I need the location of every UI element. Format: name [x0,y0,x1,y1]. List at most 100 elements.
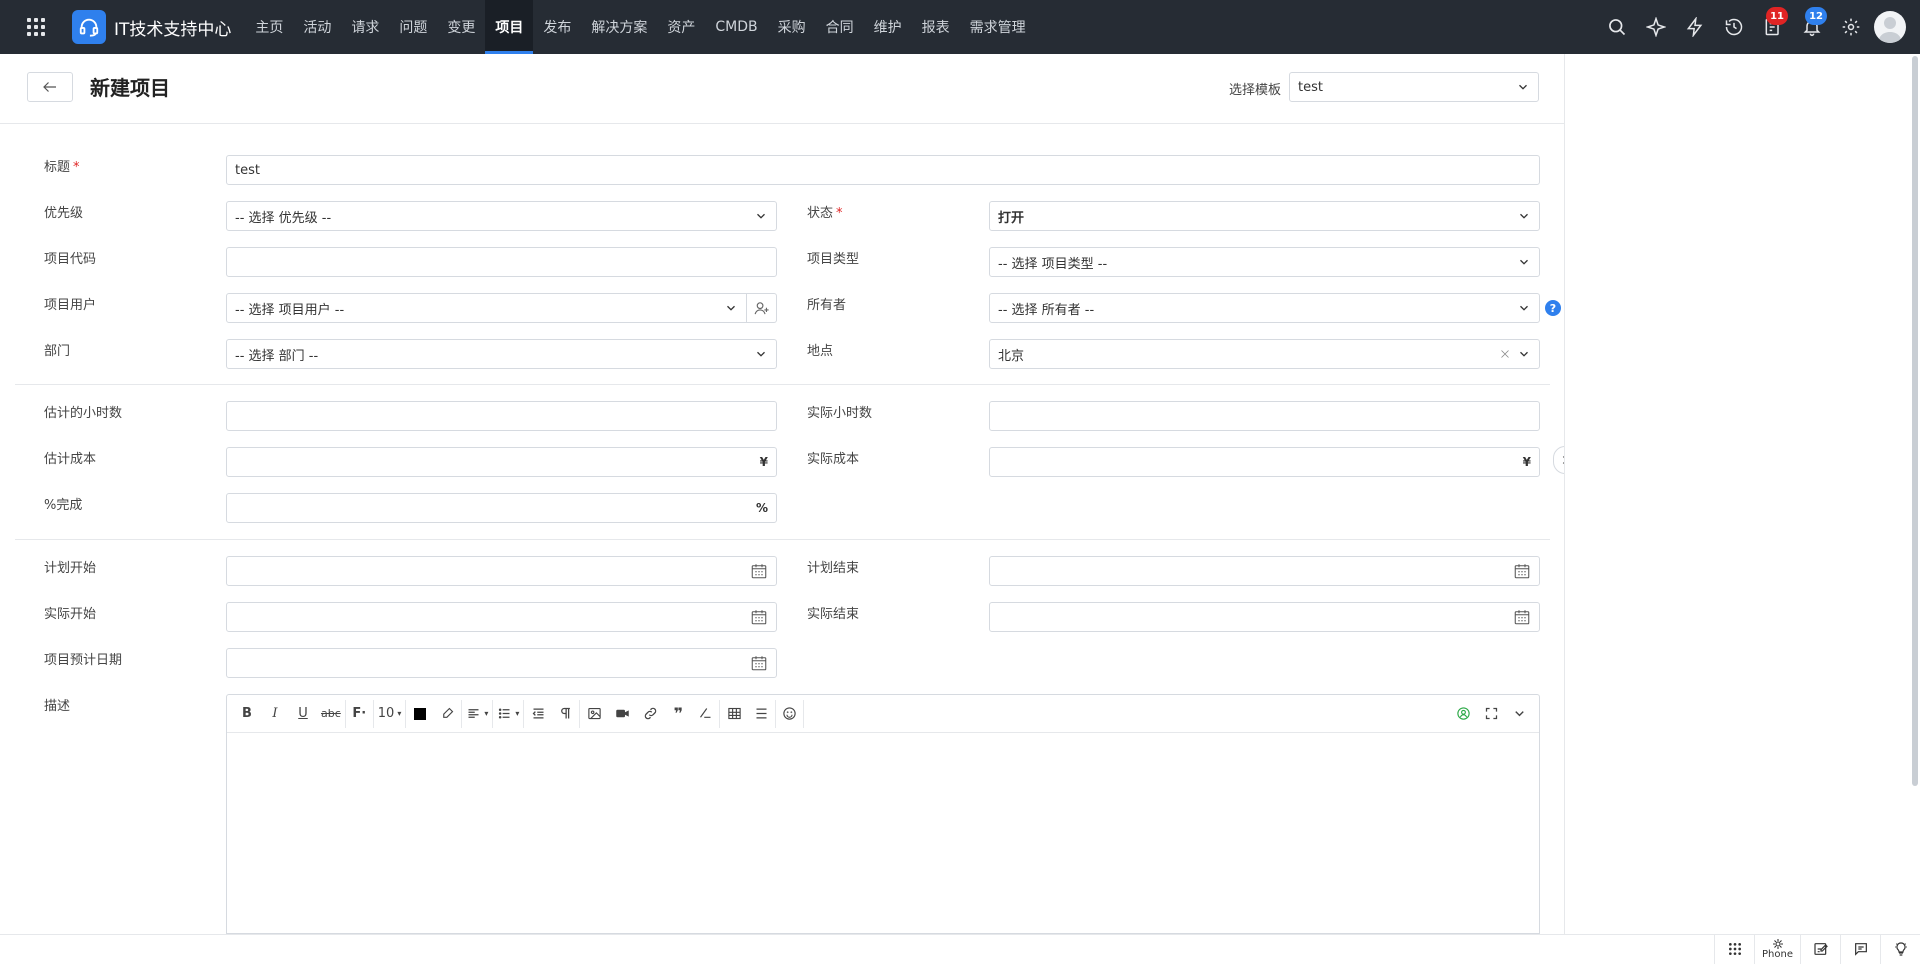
actual-cost-input[interactable]: ¥ [989,447,1540,477]
text-color-button[interactable] [406,700,434,728]
link-icon [644,707,657,720]
ai-button[interactable] [1636,0,1675,54]
outdent-button[interactable] [524,700,552,728]
quick-actions-button[interactable] [1675,0,1714,54]
notifications-button[interactable]: 12 [1792,0,1831,54]
est-cost-input[interactable]: ¥ [226,447,777,477]
calendar-icon[interactable] [750,654,768,672]
nav-problems[interactable]: 问题 [389,0,437,54]
type-select[interactable]: -- 选择 项目类型 -- [989,247,1540,277]
nav-activities[interactable]: 活动 [293,0,341,54]
back-button[interactable] [27,72,73,102]
highlight-button[interactable] [434,699,463,728]
actual-hours-input[interactable] [989,401,1540,431]
list-button[interactable]: ▾ [493,699,525,728]
priority-select[interactable]: -- 选择 优先级 -- [226,201,777,231]
plan-start-input[interactable] [226,556,777,586]
nav-reports[interactable]: 报表 [912,0,960,54]
nav-cmdb[interactable]: CMDB [705,0,767,54]
actual-start-label: 实际开始 [44,607,97,622]
phone-button[interactable]: Phone [1754,934,1800,964]
priority-value: -- 选择 优先级 -- [235,210,332,226]
align-button[interactable]: ▾ [462,699,494,728]
bottom-bar: Phone [0,934,1920,964]
clear-icon[interactable] [1499,348,1511,360]
paragraph-icon [561,707,571,719]
nav-projects[interactable]: 项目 [485,0,534,54]
nav-purchase[interactable]: 采购 [768,0,816,54]
est-hours-input[interactable] [226,401,777,431]
code-input[interactable] [226,247,777,277]
owner-select[interactable]: -- 选择 所有者 -- [989,293,1540,323]
nav-maintenance[interactable]: 维护 [864,0,912,54]
quote-button[interactable]: ❞ [664,700,692,728]
underline-button[interactable]: U [289,700,317,728]
fullscreen-button[interactable] [1477,700,1505,728]
app-launcher-button[interactable] [0,0,72,54]
nav-solutions[interactable]: 解决方案 [581,0,657,54]
editor-body[interactable] [227,733,1539,933]
page-header: 新建项目 选择模板 test [0,54,1564,124]
clear-format-button[interactable] [692,699,721,728]
chevron-down-icon [757,213,765,219]
nav-requests[interactable]: 请求 [341,0,389,54]
horizontal-rule-button[interactable] [748,699,777,728]
strikethrough-button[interactable]: abc [317,699,346,728]
tasks-button[interactable]: 11 [1753,0,1792,54]
dept-select[interactable]: -- 选择 部门 -- [226,339,777,369]
history-button[interactable] [1714,0,1753,54]
note-button[interactable] [1800,934,1840,964]
nav-releases[interactable]: 发布 [533,0,581,54]
paragraph-button[interactable] [552,699,581,728]
template-select[interactable]: test [1289,72,1539,102]
font-size-value: 10 [377,706,395,721]
add-user-button[interactable] [747,293,777,323]
brand[interactable]: IT技术支持中心 [72,0,231,54]
image-button[interactable] [580,700,608,728]
keypad-button[interactable] [1714,934,1754,964]
calendar-icon[interactable] [750,608,768,626]
video-button[interactable] [608,700,636,728]
italic-button[interactable]: I [261,700,289,728]
avatar[interactable] [1874,11,1906,43]
font-family-button[interactable]: F· [346,699,374,728]
section-divider [15,384,1550,385]
percent-input[interactable]: % [226,493,777,523]
arrow-left-icon [43,82,56,92]
chat-button[interactable] [1840,934,1880,964]
table-button[interactable] [720,700,748,728]
search-button[interactable] [1597,0,1636,54]
calendar-icon[interactable] [1513,608,1531,626]
actual-start-input[interactable] [226,602,777,632]
nav-changes[interactable]: 变更 [437,0,485,54]
users-value: -- 选择 项目用户 -- [235,302,345,318]
calendar-icon[interactable] [1513,562,1531,580]
font-size-button[interactable]: 10 ▾ [374,699,407,728]
link-button[interactable] [636,700,664,728]
plan-end-input[interactable] [989,556,1540,586]
nav-home[interactable]: 主页 [245,0,293,54]
due-input[interactable] [226,648,777,678]
chevron-down-icon [1514,711,1524,717]
more-button[interactable] [1505,700,1533,728]
code-label: 项目代码 [44,252,97,267]
settings-button[interactable] [1831,0,1870,54]
bold-button[interactable]: B [233,700,261,728]
side-panel-toggle[interactable] [1553,446,1564,474]
users-select[interactable]: -- 选择 项目用户 -- [226,293,747,323]
calendar-icon[interactable] [750,562,768,580]
tips-button[interactable] [1880,934,1920,964]
nav-demand[interactable]: 需求管理 [960,0,1036,54]
horizontal-rule-icon [756,708,767,719]
title-input[interactable]: test [226,155,1540,185]
required-mark: * [73,160,80,175]
actual-end-input[interactable] [989,602,1540,632]
emoji-button[interactable] [776,699,805,728]
nav-contracts[interactable]: 合同 [816,0,864,54]
ai-assist-button[interactable] [1449,700,1477,728]
scrollbar-thumb[interactable] [1912,56,1918,786]
site-select[interactable]: 北京 [989,339,1540,369]
help-icon[interactable]: ? [1545,300,1561,316]
nav-assets[interactable]: 资产 [657,0,705,54]
status-select[interactable]: 打开 [989,201,1540,231]
